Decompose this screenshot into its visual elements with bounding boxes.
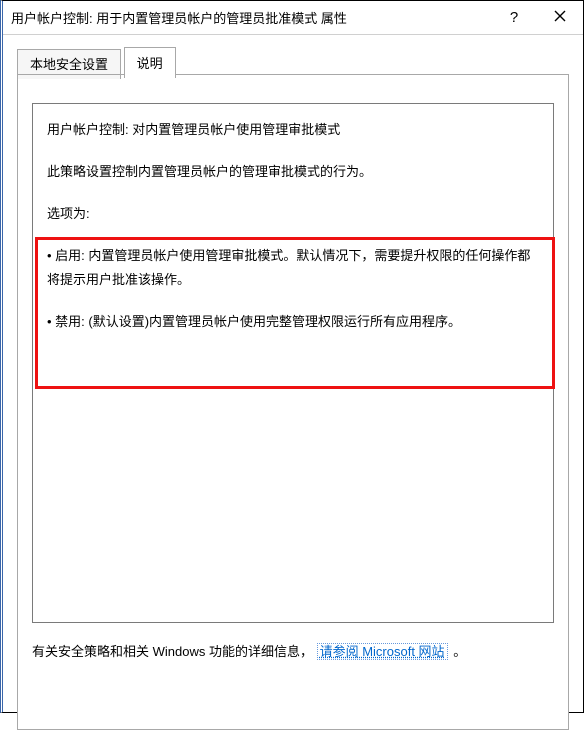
window-title: 用户帐户控制: 用于内置管理员帐户的管理员批准模式 属性 [11, 8, 491, 27]
tab-explain[interactable]: 说明 [124, 47, 176, 78]
microsoft-link[interactable]: 请参阅 Microsoft 网站 [317, 643, 448, 660]
tab-divider [17, 74, 569, 75]
footer-info: 有关安全策略和相关 Windows 功能的详细信息， 请参阅 Microsoft… [32, 641, 554, 663]
help-button[interactable]: ? [491, 1, 537, 34]
tab-strip: 本地安全设置 说明 [3, 35, 583, 75]
option-disable: • 禁用: (默认设置)内置管理员帐户使用完整管理权限运行所有应用程序。 [47, 310, 539, 334]
policy-summary: 此策略设置控制内置管理员帐户的管理审批模式的行为。 [47, 160, 539, 184]
close-button[interactable] [537, 1, 583, 34]
help-icon: ? [510, 9, 518, 26]
close-icon [554, 9, 566, 27]
policy-heading: 用户帐户控制: 对内置管理员帐户使用管理审批模式 [47, 118, 539, 142]
titlebar: 用户帐户控制: 用于内置管理员帐户的管理员批准模式 属性 ? [3, 1, 583, 35]
policy-description-box: 用户帐户控制: 对内置管理员帐户使用管理审批模式 此策略设置控制内置管理员帐户的… [32, 103, 554, 623]
footer-prefix: 有关安全策略和相关 Windows 功能的详细信息， [32, 644, 313, 659]
tab-page-explain: 用户帐户控制: 对内置管理员帐户使用管理审批模式 此策略设置控制内置管理员帐户的… [17, 75, 569, 730]
options-label: 选项为: [47, 202, 539, 226]
option-enable: • 启用: 内置管理员帐户使用管理审批模式。默认情况下，需要提升权限的任何操作都… [47, 244, 539, 292]
footer-suffix: 。 [453, 644, 466, 659]
